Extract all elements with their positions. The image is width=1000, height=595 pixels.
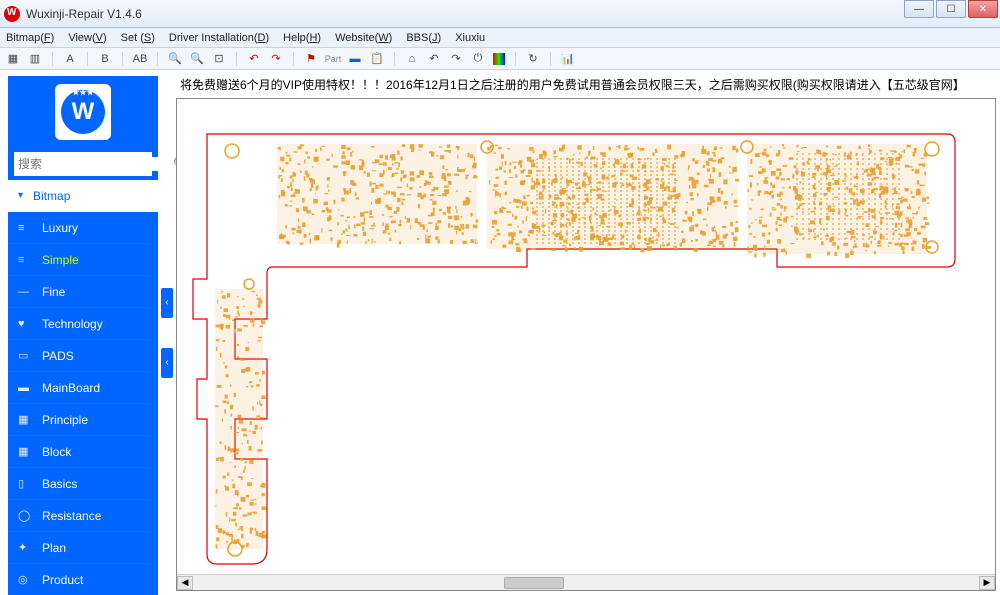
main-area: W★★★ 🔍 ▾Bitmap ≡Luxury ≡Simple —Fine ♥Te… <box>0 70 1000 595</box>
phone-icon: ▯ <box>18 477 32 490</box>
undo-icon[interactable]: ↶ <box>427 52 441 66</box>
minimize-button[interactable]: — <box>904 0 934 18</box>
chart-icon[interactable]: 📊 <box>561 52 575 66</box>
flag-icon[interactable]: ⚑ <box>304 52 318 66</box>
separator <box>236 52 237 66</box>
refresh-icon[interactable]: ↻ <box>526 52 540 66</box>
nav-technology[interactable]: ♥Technology <box>8 308 158 340</box>
collapse-handle-1[interactable]: ‹ <box>161 288 173 318</box>
separator <box>52 52 53 66</box>
menu-set[interactable]: Set (S) <box>121 32 155 44</box>
block-icon: ▦ <box>18 445 32 458</box>
search-box[interactable]: 🔍 <box>14 152 152 176</box>
logo-badge: W★★★ <box>55 84 111 140</box>
collapse-handle-2[interactable]: ‹ <box>161 348 173 378</box>
menu-driver[interactable]: Driver Installation(D) <box>169 32 269 44</box>
star-icon: ✦ <box>18 541 32 554</box>
nav-fine[interactable]: —Fine <box>8 276 158 308</box>
heart-icon: ♥ <box>18 318 32 330</box>
scroll-thumb[interactable] <box>504 577 564 589</box>
rotate-left-icon[interactable]: ↶ <box>247 52 261 66</box>
titlebar: Wuxinji-Repair V1.4.6 — ☐ ✕ <box>0 0 1000 28</box>
menu-website[interactable]: Website(W) <box>335 32 392 44</box>
separator <box>394 52 395 66</box>
separator <box>293 52 294 66</box>
color-icon[interactable] <box>493 53 505 65</box>
horizontal-scrollbar[interactable]: ◀ ▶ <box>177 574 995 590</box>
circle-icon: ◯ <box>18 509 32 522</box>
pcb-canvas[interactable] <box>177 99 995 574</box>
logo-letter: W★★★ <box>61 90 105 134</box>
tool-text-a[interactable]: A <box>63 52 77 66</box>
window-controls: — ☐ ✕ <box>902 0 998 18</box>
window-title: Wuxinji-Repair V1.4.6 <box>26 7 142 21</box>
chip-icon: ▭ <box>18 349 32 362</box>
menu-xiuxiu[interactable]: Xiuxiu <box>455 32 485 44</box>
separator <box>515 52 516 66</box>
redo-icon[interactable]: ↷ <box>449 52 463 66</box>
board-icon: ▬ <box>18 382 32 394</box>
tool-text-ab[interactable]: AB <box>133 52 147 66</box>
nav-resistance[interactable]: ◯Resistance <box>8 500 158 532</box>
logo: W★★★ <box>8 76 158 148</box>
nav-basics[interactable]: ▯Basics <box>8 468 158 500</box>
canvas-frame: ◀ ▶ <box>176 98 996 591</box>
app-icon <box>4 6 20 22</box>
toolbar: ▦ ▥ A B AB 🔍 🔍 ⊡ ↶ ↷ ⚑ Part ▬ 📋 ⌂ ↶ ↷ ⏻ … <box>0 48 1000 70</box>
nav-mainboard[interactable]: ▬MainBoard <box>8 372 158 404</box>
separator <box>550 52 551 66</box>
nav-plan[interactable]: ✦Plan <box>8 532 158 564</box>
nav-simple[interactable]: ≡Simple <box>8 244 158 276</box>
separator <box>157 52 158 66</box>
rotate-right-icon[interactable]: ↷ <box>269 52 283 66</box>
close-button[interactable]: ✕ <box>968 0 998 18</box>
search-input[interactable] <box>18 157 173 171</box>
content-area: 将免费赠送6个月的VIP使用特权！！！2016年12月1日之后注册的用户免费试用… <box>176 70 1000 595</box>
splitter: ‹ ‹ <box>158 70 176 595</box>
blue-box-icon[interactable]: ▬ <box>348 52 362 66</box>
power-icon[interactable]: ⏻ <box>471 52 485 66</box>
nav-block[interactable]: ▦Block <box>8 436 158 468</box>
nav-principle[interactable]: ▦Principle <box>8 404 158 436</box>
banner-text: 将免费赠送6个月的VIP使用特权！！！2016年12月1日之后注册的用户免费试用… <box>176 74 996 94</box>
line-icon: — <box>18 286 32 298</box>
separator <box>87 52 88 66</box>
menu-view[interactable]: View(V) <box>68 32 106 44</box>
nav-list: ▾Bitmap ≡Luxury ≡Simple —Fine ♥Technolog… <box>8 180 158 595</box>
zoom-fit-icon[interactable]: ⊡ <box>212 52 226 66</box>
separator <box>122 52 123 66</box>
scroll-left-arrow[interactable]: ◀ <box>177 576 193 590</box>
menu-bbs[interactable]: BBS(J) <box>406 32 441 44</box>
grid-icon: ▦ <box>18 413 32 426</box>
menu-help[interactable]: Help(H) <box>283 32 321 44</box>
nav-luxury[interactable]: ≡Luxury <box>8 212 158 244</box>
menubar: Bitmap(F) View(V) Set (S) Driver Install… <box>0 28 1000 48</box>
caret-down-icon: ▾ <box>18 190 23 201</box>
nav-bitmap[interactable]: ▾Bitmap <box>8 180 158 212</box>
sidebar: W★★★ 🔍 ▾Bitmap ≡Luxury ≡Simple —Fine ♥Te… <box>8 76 158 595</box>
paste-icon[interactable]: 📋 <box>370 52 384 66</box>
scroll-right-arrow[interactable]: ▶ <box>979 576 995 590</box>
tool-grid-icon[interactable]: ▦ <box>6 52 20 66</box>
list-icon: ≡ <box>18 222 32 234</box>
tool-text-b[interactable]: B <box>98 52 112 66</box>
part-icon[interactable]: Part <box>326 52 340 66</box>
tool-grid2-icon[interactable]: ▥ <box>28 52 42 66</box>
target-icon: ◎ <box>18 573 32 586</box>
home-icon[interactable]: ⌂ <box>405 52 419 66</box>
maximize-button[interactable]: ☐ <box>936 0 966 18</box>
menu-bitmap[interactable]: Bitmap(F) <box>6 32 54 44</box>
pcb-diagram <box>187 119 977 574</box>
zoom-in-icon[interactable]: 🔍 <box>190 52 204 66</box>
nav-pads[interactable]: ▭PADS <box>8 340 158 372</box>
nav-product[interactable]: ◎Product <box>8 564 158 595</box>
list-icon: ≡ <box>18 254 32 266</box>
zoom-out-icon[interactable]: 🔍 <box>168 52 182 66</box>
